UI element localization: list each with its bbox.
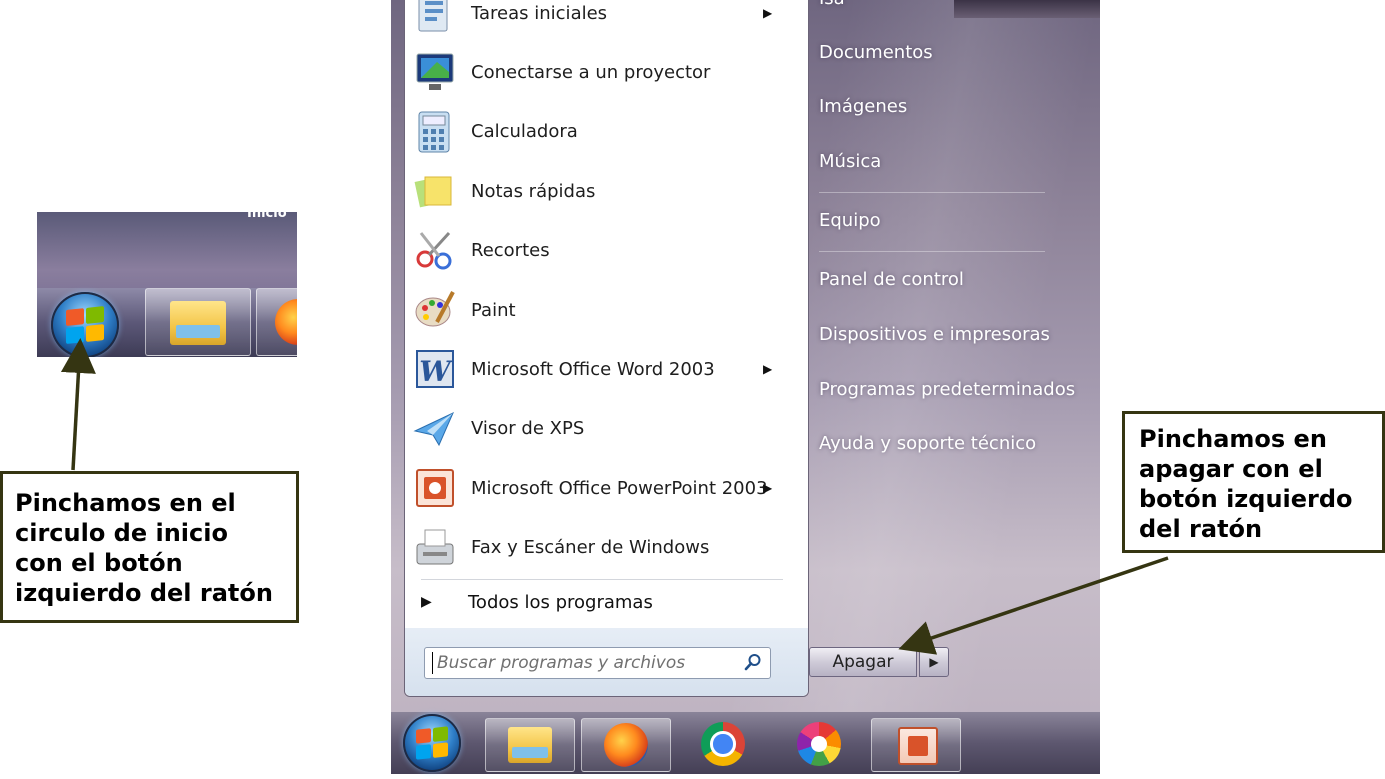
callout-arrows [60,338,1169,655]
arrow-to-start-orb [60,338,96,471]
arrow-to-shutdown [898,556,1169,655]
